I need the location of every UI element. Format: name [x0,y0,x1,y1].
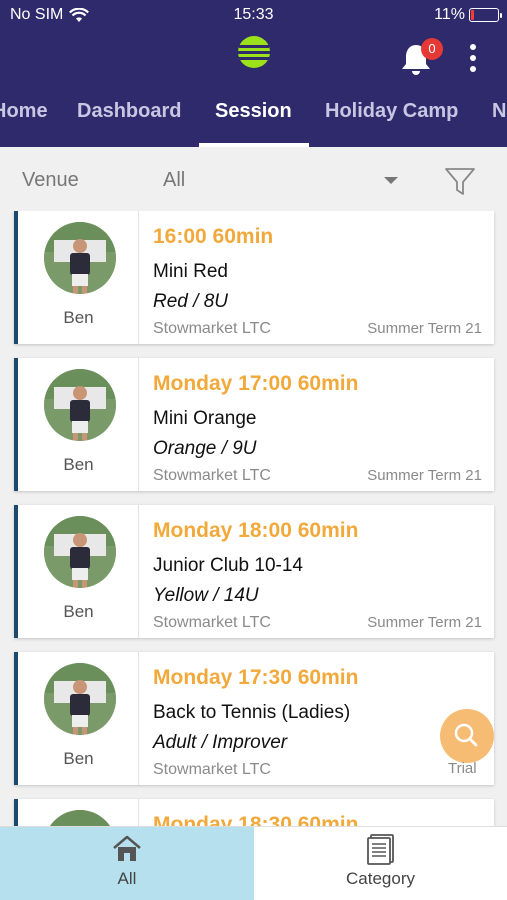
venue-select[interactable]: All [163,169,185,192]
session-name: Junior Club 10-14 [153,555,303,576]
session-venue: Stowmarket LTC [153,761,271,778]
coach-column: Ben [18,211,139,344]
coach-avatar [44,810,116,826]
session-venue: Stowmarket LTC [153,467,271,484]
session-list: Ben 16:00 60min Mini Red Red / 8U Stowma… [0,211,507,826]
session-card[interactable]: Ben Monday 17:30 60min Back to Tennis (L… [14,652,494,785]
coach-avatar [44,222,116,294]
bottom-nav-category-label: Category [346,869,415,888]
bottom-nav-all-label: All [117,869,137,888]
session-card[interactable]: Ben Monday 18:00 60min Junior Club 10-14… [14,505,494,638]
coach-avatar [44,663,116,735]
coach-name: Ben [63,455,94,474]
session-time: Monday 17:00 60min [153,372,359,395]
battery-percent: 11% [434,6,465,23]
document-icon [366,834,394,865]
coach-avatar [44,516,116,588]
session-name: Mini Red [153,261,228,282]
dropdown-caret-icon[interactable] [384,177,398,184]
venue-label: Venue [22,169,79,191]
trial-label: Trial [448,760,477,777]
tab-bar: Home Dashboard Session Holiday Camp N [0,92,507,147]
status-bar: No SIM 15:33 11% [0,0,507,30]
home-icon [113,835,141,861]
session-time: Monday 18:30 60min [153,813,359,826]
clock: 15:33 [233,6,274,23]
coach-avatar [44,369,116,441]
tab-next[interactable]: N [492,100,506,123]
bottom-nav-category[interactable]: Category [254,827,507,900]
session-term: Summer Term 21 [367,614,482,631]
more-menu-icon[interactable] [466,44,480,72]
battery-icon [469,8,502,22]
session-level: Yellow / 14U [153,585,259,606]
session-name: Back to Tennis (Ladies) [153,702,351,723]
coach-name: Ben [63,308,94,327]
session-level: Red / 8U [153,291,228,312]
bottom-nav: All Category [0,826,507,900]
filter-icon[interactable] [444,167,476,197]
tab-home[interactable]: Home [0,100,48,123]
session-term: Summer Term 21 [367,467,482,484]
coach-column: Ben [18,652,139,785]
search-icon [454,723,478,747]
coach-name: Ben [63,749,94,768]
battery-indicator: 11% [434,6,502,24]
session-level: Orange / 9U [153,438,257,459]
app-logo [238,36,270,68]
session-venue: Stowmarket LTC [153,320,271,337]
venue-filter-bar: Venue All [0,147,507,211]
coach-name: Ben [63,602,94,621]
app-header: No SIM 15:33 11% 0 Home Dashboard Sessio… [0,0,507,147]
session-time: Monday 17:30 60min [153,666,359,689]
session-venue: Stowmarket LTC [153,614,271,631]
session-card[interactable]: Ben Monday 17:00 60min Mini Orange Orang… [14,358,494,491]
session-card[interactable]: Ben 16:00 60min Mini Red Red / 8U Stowma… [14,211,494,344]
coach-column [18,799,139,826]
trial-search-button[interactable] [440,709,494,763]
session-time: 16:00 60min [153,225,274,248]
tab-session[interactable]: Session [215,100,292,123]
coach-column: Ben [18,358,139,491]
notification-badge: 0 [421,38,443,60]
bottom-nav-all[interactable]: All [0,827,254,900]
session-name: Mini Orange [153,408,257,429]
session-card[interactable]: Monday 18:30 60min [14,799,494,826]
tab-dashboard[interactable]: Dashboard [77,100,181,123]
session-level: Adult / Improver [153,732,288,753]
tab-holiday-camp[interactable]: Holiday Camp [325,100,458,123]
coach-column: Ben [18,505,139,638]
session-term: Summer Term 21 [367,320,482,337]
session-time: Monday 18:00 60min [153,519,359,542]
